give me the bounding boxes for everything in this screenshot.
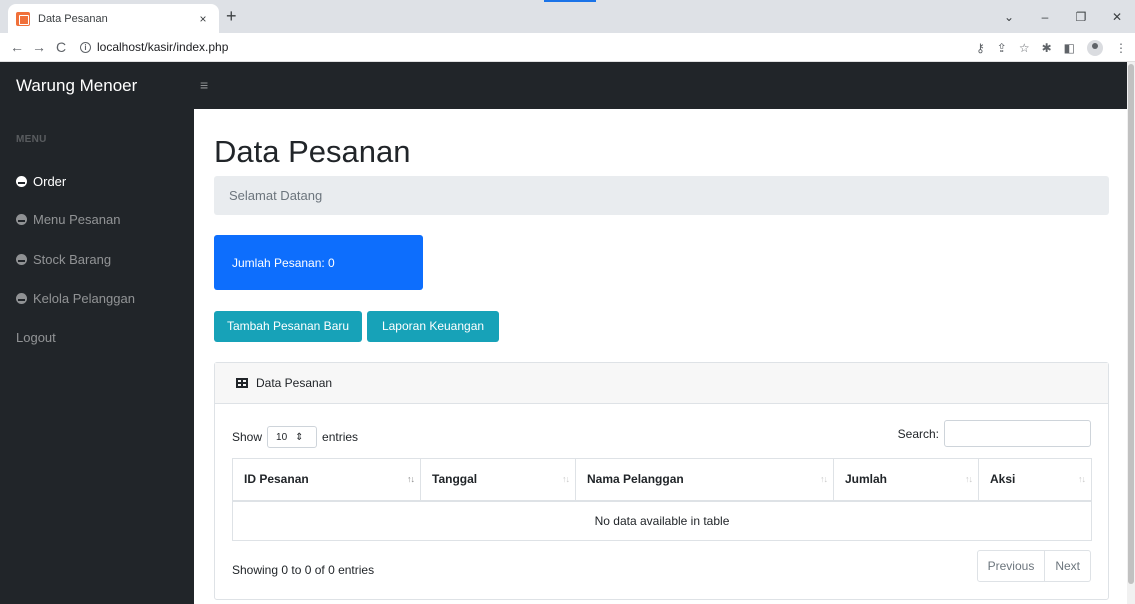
- profile-avatar-icon[interactable]: [1087, 39, 1103, 56]
- column-header-tanggal[interactable]: Tanggal ↑↓: [420, 458, 576, 502]
- sidebar-item-stock-barang[interactable]: Stock Barang: [16, 249, 111, 269]
- browser-tab-strip: Data Pesanan × + ⌄ – ❐ ✕: [0, 0, 1135, 33]
- sidebar-item-label: Kelola Pelanggan: [33, 290, 135, 306]
- tachometer-icon: [16, 292, 27, 304]
- table-header-row: ID Pesanan ↑↓ Tanggal ↑↓ Nama Pelanggan …: [232, 458, 1092, 502]
- xampp-favicon-icon: [16, 11, 30, 26]
- sidebar-item-menu-pesanan[interactable]: Menu Pesanan: [16, 209, 120, 229]
- page-scrollbar[interactable]: [1127, 62, 1135, 604]
- sort-icon: ↑↓: [562, 474, 570, 484]
- column-label: Nama Pelanggan: [587, 472, 684, 487]
- card-title: Data Pesanan: [256, 376, 333, 390]
- scrollbar-thumb[interactable]: [1128, 64, 1134, 584]
- sidebar-item-logout[interactable]: Logout: [16, 327, 56, 347]
- reload-icon[interactable]: C: [50, 39, 72, 55]
- pagination: Previous Next: [976, 550, 1091, 582]
- entries-label: entries: [322, 430, 359, 444]
- search-input[interactable]: [944, 420, 1091, 447]
- show-label: Show: [232, 430, 263, 444]
- table-search: Search:: [898, 420, 1091, 447]
- extensions-puzzle-icon[interactable]: ✱: [1042, 41, 1052, 55]
- url-text: localhost/kasir/index.php: [97, 40, 229, 54]
- sidebar-item-label: Stock Barang: [33, 251, 112, 267]
- sidebar-item-label: Menu Pesanan: [33, 211, 121, 227]
- sort-icon: ↑↓: [965, 474, 973, 484]
- select-arrows-icon: ⇕: [295, 431, 304, 443]
- breadcrumb: Selamat Datang: [214, 176, 1109, 215]
- minimize-button[interactable]: –: [1027, 10, 1063, 24]
- column-header-jumlah[interactable]: Jumlah ↑↓: [833, 458, 979, 502]
- brand-link[interactable]: Warung Menoer: [16, 62, 137, 109]
- financial-report-button[interactable]: Laporan Keuangan: [367, 311, 499, 342]
- site-info-icon[interactable]: i: [80, 41, 91, 53]
- order-count-card: Jumlah Pesanan: 0: [214, 235, 423, 290]
- browser-tab[interactable]: Data Pesanan ×: [8, 4, 219, 33]
- sidebar-item-label: Order: [33, 173, 67, 189]
- browser-menu-icon[interactable]: ⋮: [1115, 41, 1127, 55]
- sidebar-item-kelola-pelanggan[interactable]: Kelola Pelanggan: [16, 288, 135, 308]
- column-header-id-pesanan[interactable]: ID Pesanan ↑↓: [232, 458, 421, 502]
- sort-icon: ↑↓: [1078, 474, 1086, 484]
- table-info: Showing 0 to 0 of 0 entries: [232, 563, 375, 577]
- column-label: ID Pesanan: [244, 472, 309, 487]
- sidebar-item-order[interactable]: Order: [16, 171, 66, 191]
- top-navbar: Warung Menoer ≡: [0, 62, 1127, 109]
- column-label: Aksi: [990, 472, 1016, 487]
- close-window-button[interactable]: ✕: [1099, 10, 1135, 24]
- restore-button[interactable]: ❐: [1063, 10, 1099, 24]
- tab-close-icon[interactable]: ×: [195, 12, 211, 26]
- entries-length-control: Show 10 ⇕ entries: [232, 426, 358, 448]
- tab-search-icon[interactable]: ⌄: [991, 10, 1027, 24]
- sidebar-toggle-icon[interactable]: ≡: [200, 62, 208, 109]
- share-icon[interactable]: ⇪: [997, 41, 1007, 55]
- browser-toolbar-icons: ⚷ ⇪ ☆ ✱ ◧ ⋮: [976, 33, 1127, 62]
- sort-icon: ↑↓: [820, 474, 828, 484]
- tab-title: Data Pesanan: [38, 12, 108, 25]
- url-field[interactable]: i localhost/kasir/index.php: [80, 40, 228, 54]
- bookmark-star-icon[interactable]: ☆: [1019, 41, 1030, 55]
- forward-arrow-icon[interactable]: →: [28, 39, 50, 55]
- sort-icon: ↑↓: [407, 474, 415, 484]
- column-label: Tanggal: [432, 472, 478, 487]
- table-row: No data available in table: [232, 500, 1092, 541]
- card-header: Data Pesanan: [215, 363, 1108, 404]
- add-order-button[interactable]: Tambah Pesanan Baru: [214, 311, 362, 342]
- side-panel-icon[interactable]: ◧: [1064, 41, 1075, 55]
- orders-card: Data Pesanan Show 10 ⇕ entries Search: I…: [214, 362, 1109, 600]
- tachometer-icon: [16, 175, 27, 187]
- new-tab-button[interactable]: +: [226, 6, 237, 26]
- column-header-nama-pelanggan[interactable]: Nama Pelanggan ↑↓: [575, 458, 834, 502]
- page-title: Data Pesanan: [214, 134, 411, 169]
- address-bar: ← → C i localhost/kasir/index.php ⚷ ⇪ ☆ …: [0, 33, 1135, 62]
- sidebar: MENU Order Menu Pesanan Stock Barang Kel…: [0, 109, 194, 604]
- tab-strip-accent: [544, 0, 596, 2]
- entries-select-value: 10: [276, 431, 288, 443]
- column-header-aksi[interactable]: Aksi ↑↓: [978, 458, 1092, 502]
- orders-table: ID Pesanan ↑↓ Tanggal ↑↓ Nama Pelanggan …: [232, 458, 1092, 541]
- previous-page-button[interactable]: Previous: [976, 550, 1046, 582]
- window-controls: ⌄ – ❐ ✕: [991, 0, 1135, 33]
- tachometer-icon: [16, 253, 27, 265]
- next-page-button[interactable]: Next: [1045, 550, 1091, 582]
- entries-select[interactable]: 10 ⇕: [267, 426, 318, 448]
- search-label: Search:: [897, 426, 939, 441]
- tachometer-icon: [16, 213, 27, 225]
- column-label: Jumlah: [845, 472, 888, 487]
- back-arrow-icon[interactable]: ←: [6, 39, 28, 55]
- empty-table-message: No data available in table: [232, 500, 1092, 541]
- key-icon[interactable]: ⚷: [976, 41, 985, 55]
- table-icon: [236, 378, 248, 388]
- sidebar-heading: MENU: [16, 134, 47, 145]
- sidebar-item-label: Logout: [16, 329, 56, 345]
